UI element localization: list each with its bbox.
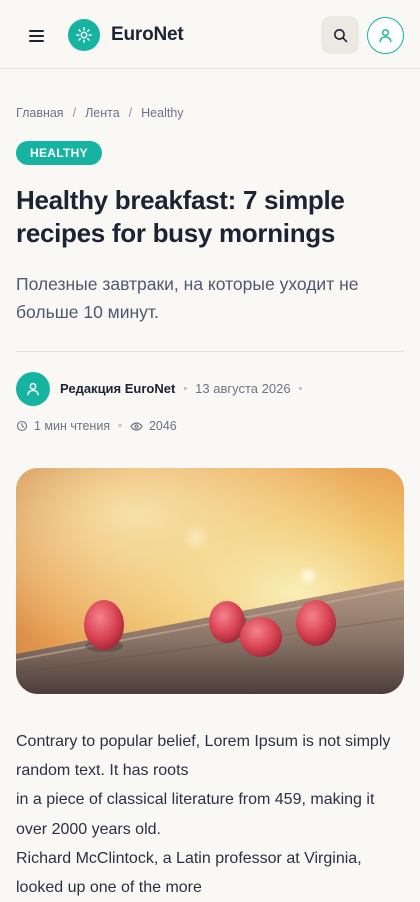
user-icon <box>379 29 392 43</box>
dot-separator: • <box>298 382 303 395</box>
article-meta: 1 мин чтения • 2046 <box>16 419 177 433</box>
dot-separator: • <box>118 420 122 432</box>
breadcrumb: Главная / Лента / Healthy <box>16 106 184 120</box>
view-count: 2046 <box>148 419 177 433</box>
author-row: Редакция EuroNet • 13 августа 2026 • <box>60 381 310 396</box>
eye-icon <box>130 420 143 433</box>
article-hero-image <box>16 468 404 694</box>
article-paragraph: Contrary to popular belief, Lorem Ipsum … <box>16 733 391 780</box>
category-badge[interactable]: HEALTHY <box>16 141 102 165</box>
breadcrumb-separator: / <box>128 106 133 120</box>
article-paragraph: Richard McClintock, a Latin professor at… <box>16 849 362 897</box>
sun-icon[interactable] <box>68 19 100 51</box>
breadcrumb-home[interactable]: Главная <box>16 106 64 120</box>
reading-time: 1 мин чтения <box>34 419 111 433</box>
publish-date: 13 августа 2026 <box>195 381 291 396</box>
breadcrumb-current[interactable]: Healthy <box>141 106 183 120</box>
article-paragraph: in a piece of classical literature from … <box>16 791 375 838</box>
site-header: EuroNet <box>0 0 420 69</box>
article-subtitle: Полезные завтраки, на которые уходит не … <box>16 274 359 322</box>
account-button[interactable] <box>367 17 404 54</box>
author-avatar[interactable] <box>16 372 50 406</box>
user-icon <box>27 382 39 396</box>
brand-name[interactable]: EuroNet <box>111 24 184 46</box>
divider <box>16 351 404 352</box>
breadcrumb-separator: / <box>72 106 77 120</box>
article-title: Healthy breakfast: 7 simple recipes for … <box>16 185 345 248</box>
breadcrumb-feed[interactable]: Лента <box>85 106 120 120</box>
author-name[interactable]: Редакция EuroNet <box>60 381 175 396</box>
article-body: Contrary to popular belief, Lorem Ipsum … <box>16 727 408 902</box>
search-icon <box>333 28 347 42</box>
search-button[interactable] <box>321 16 359 54</box>
dot-separator: • <box>183 382 188 395</box>
clock-icon <box>16 420 28 432</box>
hamburger-menu-icon[interactable] <box>20 20 52 52</box>
